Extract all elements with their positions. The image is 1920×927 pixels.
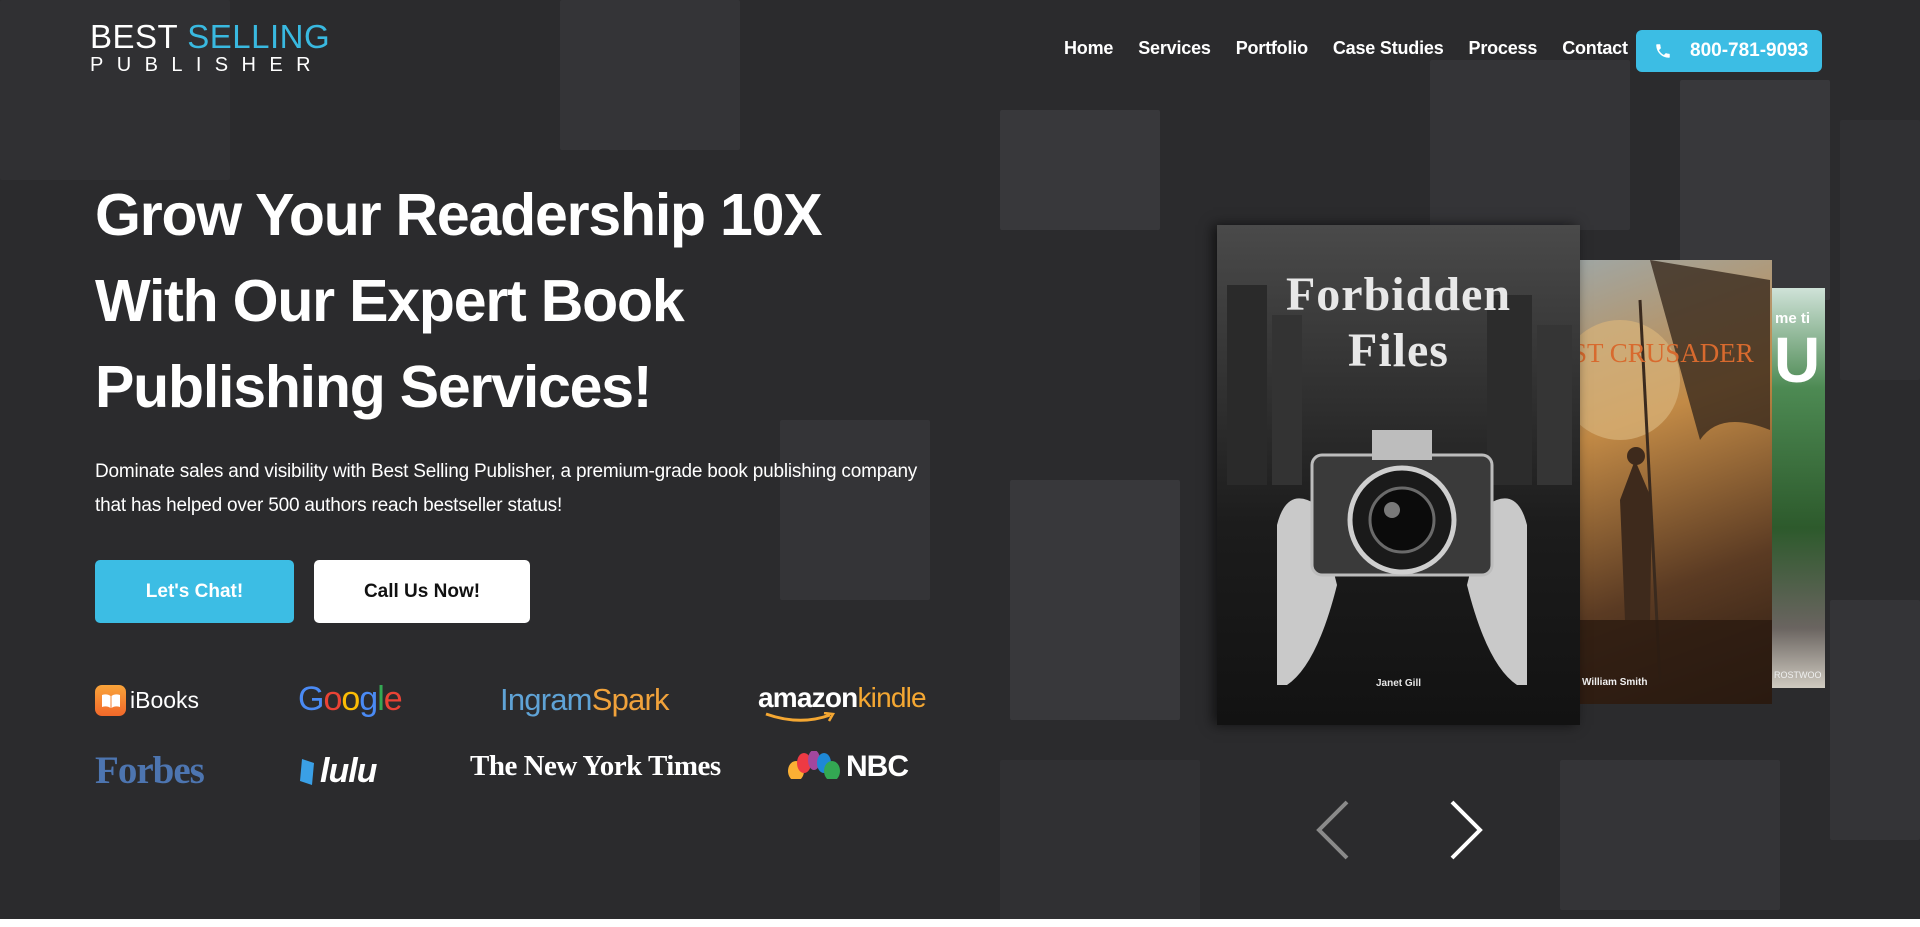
book-cover-1[interactable]: Forbidden Files Janet Gill xyxy=(1217,225,1580,725)
amazon-kindle-logo: amazon kindle xyxy=(758,682,927,722)
logo-word-best: BEST xyxy=(90,18,178,55)
headline-line-1: Grow Your Readership 10X xyxy=(95,182,823,248)
camera-illustration xyxy=(1277,430,1527,685)
google-letter: o xyxy=(341,680,360,718)
lulu-label: lulu xyxy=(320,752,377,790)
main-nav: Home Services Portfolio Case Studies Pro… xyxy=(1064,38,1628,59)
book-3-author: ROSTWOO xyxy=(1774,670,1822,680)
background-tile xyxy=(1830,600,1920,840)
google-letter: o xyxy=(323,680,342,718)
nyt-logo: The New York Times xyxy=(470,750,721,782)
logo-word-publisher: PUBLISHER xyxy=(90,54,324,76)
google-letter: g xyxy=(359,680,378,718)
background-tile xyxy=(1430,60,1630,230)
background-tile xyxy=(1010,480,1180,720)
book-1-title-line-1: Forbidden xyxy=(1285,268,1512,321)
google-letter: G xyxy=(298,680,324,718)
background-tile xyxy=(1000,110,1160,230)
book-cover-3[interactable]: me ti U ROSTWOO xyxy=(1772,288,1825,688)
amazon-smile-icon xyxy=(765,712,836,722)
hero-section: BEST SELLING PUBLISHER Home Services Por… xyxy=(0,0,1920,919)
amazon-word: amazon xyxy=(758,682,858,713)
hero-subcopy: Dominate sales and visibility with Best … xyxy=(95,461,918,516)
lets-chat-button[interactable]: Let's Chat! xyxy=(95,560,294,623)
logo-word-selling: SELLING xyxy=(187,18,331,55)
nbc-peacock-icon xyxy=(788,751,840,783)
background-tile xyxy=(1560,760,1780,910)
google-logo: Google xyxy=(298,680,403,719)
lulu-logo: lulu xyxy=(298,752,377,791)
book-2-artwork xyxy=(1580,260,1772,704)
chevron-left-icon xyxy=(1316,800,1349,860)
nav-case-studies[interactable]: Case Studies xyxy=(1333,38,1444,59)
book-1-title-line-2: Files xyxy=(1348,324,1449,377)
kindle-word: kindle xyxy=(857,682,926,713)
headline-line-2: With Our Expert Book xyxy=(95,268,685,334)
ingram-word: Ingram xyxy=(500,682,592,717)
book-3-big-letter: U xyxy=(1774,324,1821,396)
chevron-right-icon xyxy=(1450,800,1483,860)
ibooks-label: iBooks xyxy=(130,687,200,713)
ibooks-icon xyxy=(95,685,126,716)
brand-logo[interactable]: BEST SELLING PUBLISHER xyxy=(90,20,330,75)
carousel-next-button[interactable] xyxy=(1446,798,1486,862)
book-2-author: William Smith xyxy=(1582,677,1648,688)
phone-button[interactable]: 800-781-9093 xyxy=(1636,30,1822,72)
hero-headline: Grow Your Readership 10X With Our Expert… xyxy=(95,172,915,430)
nav-portfolio[interactable]: Portfolio xyxy=(1236,38,1308,59)
call-us-button[interactable]: Call Us Now! xyxy=(314,560,530,623)
nbc-label: NBC xyxy=(846,750,909,783)
nav-contact[interactable]: Contact xyxy=(1562,38,1628,59)
lulu-book-icon xyxy=(300,758,314,785)
forbes-logo: Forbes xyxy=(95,749,205,792)
nbc-logo: NBC xyxy=(788,750,909,784)
nav-process[interactable]: Process xyxy=(1469,38,1538,59)
nav-services[interactable]: Services xyxy=(1138,38,1211,59)
ibooks-logo: iBooks xyxy=(95,685,199,716)
google-letter: e xyxy=(383,680,403,718)
spark-word: Spark xyxy=(591,682,670,717)
book-2-title: ST CRUSADER xyxy=(1580,338,1754,368)
background-tile xyxy=(560,0,740,150)
headline-line-3: Publishing Services! xyxy=(95,354,653,420)
background-tile xyxy=(1840,120,1920,380)
book-1-author: Janet Gill xyxy=(1375,678,1421,689)
background-tile xyxy=(1000,760,1200,919)
carousel-prev-button[interactable] xyxy=(1313,798,1353,862)
nav-home[interactable]: Home xyxy=(1064,38,1113,59)
phone-icon xyxy=(1656,44,1670,58)
ingramspark-logo: Ingram Spark xyxy=(500,682,669,718)
book-cover-2[interactable]: ST CRUSADER William Smith xyxy=(1580,260,1772,704)
phone-number: 800-781-9093 xyxy=(1690,40,1809,61)
book-1-title: Forbidden Files xyxy=(1217,267,1580,379)
